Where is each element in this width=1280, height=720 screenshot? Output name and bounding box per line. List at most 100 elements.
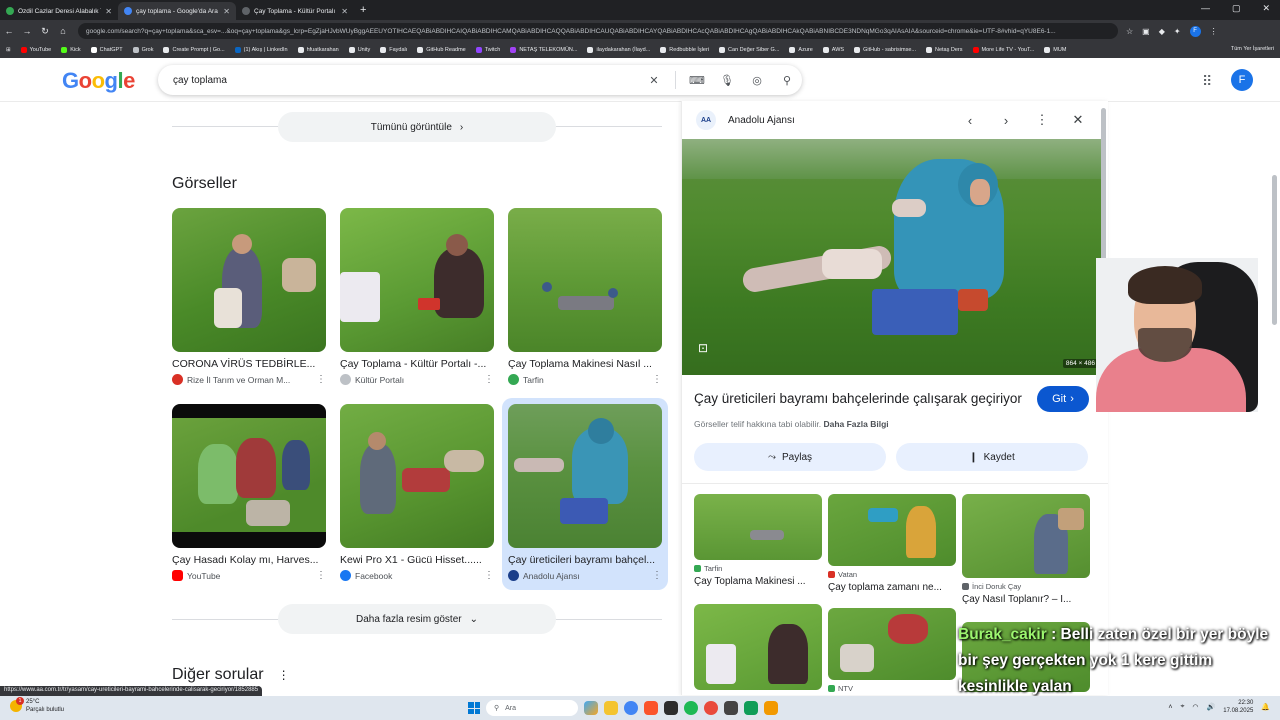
related-image[interactable]: İnci Doruk Çay Çay Nasıl Toplanır? – İ..… <box>962 494 1090 605</box>
bookmark-item[interactable]: Azure <box>789 47 813 53</box>
more-info-link[interactable]: Daha Fazla Bilgi <box>823 419 888 429</box>
close-tab-icon[interactable]: ✕ <box>223 7 230 16</box>
browser-tab-active[interactable]: çay toplama - Google'da Ara ✕ <box>118 2 236 20</box>
save-button[interactable]: ❙ Kaydet <box>896 443 1088 471</box>
image-source[interactable]: Anadolu Ajansı ⋮ <box>508 570 662 581</box>
image-thumbnail[interactable] <box>508 404 662 548</box>
image-source[interactable]: YouTube ⋮ <box>172 570 326 581</box>
more-options-icon[interactable]: ⋮ <box>316 570 326 581</box>
bookmark-item[interactable]: ilaydakarahan (İlayd... <box>587 47 650 53</box>
all-bookmarks[interactable]: Tüm Yer İşaretleri <box>1231 46 1274 52</box>
related-thumbnail[interactable] <box>694 604 822 690</box>
close-icon[interactable]: ✕ <box>1060 112 1096 128</box>
image-result[interactable]: Çay Hasadı Kolay mı, Harves... YouTube ⋮ <box>172 404 326 581</box>
related-caption[interactable]: Çay toplama zamanı ne... <box>828 582 956 593</box>
image-thumbnail[interactable] <box>172 208 326 352</box>
image-caption[interactable]: Çay Toplama Makinesi Nasıl ... <box>508 358 658 370</box>
apps-icon[interactable]: ⊞ <box>6 47 11 53</box>
bookmark-item[interactable]: AWS <box>822 47 844 53</box>
copilot-icon[interactable] <box>584 701 598 715</box>
more-images-button[interactable]: Daha fazla resim göster ⌄ <box>278 604 556 634</box>
image-source[interactable]: Rize İl Tarım ve Orman M... ⋮ <box>172 374 326 385</box>
extension-icon[interactable]: ◆ <box>1159 27 1165 36</box>
volume-icon[interactable]: 🔊 <box>1207 703 1216 711</box>
extension-icon[interactable]: ▣ <box>1142 27 1150 36</box>
image-result[interactable]: CORONA VİRÜS TEDBİRLE... Rize İl Tarım v… <box>172 208 326 385</box>
app-icon[interactable] <box>724 701 738 715</box>
related-thumbnail[interactable] <box>962 494 1090 578</box>
brave-icon[interactable] <box>644 701 658 715</box>
bookmark-item[interactable]: Grok <box>132 47 153 53</box>
more-options-icon[interactable]: ⋮ <box>316 374 326 385</box>
related-thumbnail[interactable] <box>828 608 956 680</box>
image-caption[interactable]: Çay Toplama - Kültür Portalı -... <box>340 358 490 370</box>
panel-source-name[interactable]: Anadolu Ajansı <box>728 115 952 126</box>
keyboard-icon[interactable]: ⌨ <box>682 74 712 87</box>
reload-icon[interactable]: ↻ <box>36 26 54 37</box>
image-caption[interactable]: Çay Hasadı Kolay mı, Harves... <box>172 554 322 566</box>
preview-title[interactable]: Çay üreticileri bayramı bahçelerinde çal… <box>694 391 1022 406</box>
image-source[interactable]: Facebook ⋮ <box>340 570 494 581</box>
microphone-icon[interactable]: 🎙 <box>712 74 742 87</box>
related-thumbnail[interactable] <box>694 494 822 560</box>
close-tab-icon[interactable]: ✕ <box>341 7 348 16</box>
image-source[interactable]: Tarfin ⋮ <box>508 374 662 385</box>
more-options-icon[interactable]: ⋮ <box>278 668 290 682</box>
image-result[interactable]: Kewi Pro X1 - Gücü Hisset...... Facebook… <box>340 404 494 581</box>
more-options-icon[interactable]: ⋮ <box>1024 112 1060 128</box>
close-tab-icon[interactable]: ✕ <box>105 7 112 16</box>
terminal-icon[interactable] <box>664 701 678 715</box>
menu-dots-icon[interactable]: ⋮ <box>1210 27 1218 36</box>
related-image[interactable]: Vatan Çay toplama zamanı ne... <box>828 494 956 593</box>
notification-icon[interactable]: 🔔 <box>1261 703 1270 711</box>
source-logo[interactable]: AA <box>696 110 716 130</box>
search-input[interactable]: çay toplama ✕ ⌨ 🎙 ◎ ⚲ <box>158 65 802 95</box>
bookmark-item[interactable]: Can Değer Siber G... <box>719 47 779 53</box>
more-options-icon[interactable]: ⋮ <box>484 570 494 581</box>
lens-search-icon[interactable]: ⊡ <box>698 341 708 355</box>
image-thumbnail[interactable] <box>172 404 326 548</box>
lens-icon[interactable]: ◎ <box>742 74 772 87</box>
more-options-icon[interactable]: ⋮ <box>484 374 494 385</box>
taskbar-search[interactable]: ⚲ Ara <box>486 700 578 716</box>
bookmark-item[interactable]: (1) Akış | LinkedIn <box>234 47 288 53</box>
chevron-up-icon[interactable]: ˄ <box>1168 704 1172 711</box>
browser-tab[interactable]: Çay Toplama - Kültür Portalı - T... ✕ <box>236 2 354 20</box>
share-button[interactable]: ⤳ Paylaş <box>694 443 886 471</box>
image-thumbnail[interactable] <box>340 208 494 352</box>
more-options-icon[interactable]: ⋮ <box>652 374 662 385</box>
search-icon[interactable]: ⚲ <box>772 74 802 87</box>
home-icon[interactable]: ⌂ <box>54 26 72 36</box>
spotify-icon[interactable] <box>684 701 698 715</box>
image-caption[interactable]: Kewi Pro X1 - Gücü Hisset...... <box>340 554 490 566</box>
related-caption[interactable]: Çay Nasıl Toplanır? – İ... <box>962 594 1090 605</box>
weather-widget[interactable]: 1 25°C Parçalı bulutlu <box>10 697 64 714</box>
wifi-icon[interactable]: ◠ <box>1192 703 1198 711</box>
maximize-icon[interactable]: ▢ <box>1232 3 1241 14</box>
bookmark-item[interactable]: YouTube <box>20 47 51 53</box>
bookmark-item[interactable]: GitHub - sabrisimse... <box>854 47 916 53</box>
related-image[interactable] <box>694 604 822 690</box>
preview-image[interactable] <box>682 139 1101 375</box>
image-result[interactable]: Çay Toplama - Kültür Portalı -... Kültür… <box>340 208 494 385</box>
related-image[interactable]: NTV <box>828 608 956 693</box>
image-thumbnail[interactable] <box>508 208 662 352</box>
clock[interactable]: 22:30 17.08.2025 <box>1223 699 1253 715</box>
star-icon[interactable]: ☆ <box>1126 27 1133 36</box>
image-result-selected[interactable]: Çay üreticileri bayramı bahçel... Anadol… <box>502 398 668 590</box>
start-icon[interactable] <box>468 702 480 714</box>
bookmark-item[interactable]: Redbubble İşleri <box>660 47 709 53</box>
app-icon[interactable] <box>744 701 758 715</box>
image-result[interactable]: Çay Toplama Makinesi Nasıl ... Tarfin ⋮ <box>508 208 662 385</box>
app-icon[interactable] <box>704 701 718 715</box>
clear-icon[interactable]: ✕ <box>639 74 669 87</box>
next-icon[interactable]: › <box>988 113 1024 128</box>
folder-icon[interactable] <box>604 701 618 715</box>
related-image[interactable]: Tarfin Çay Toplama Makinesi ... <box>694 494 822 587</box>
bookmark-item[interactable]: hfuatkarahan <box>297 47 339 53</box>
bookmark-item[interactable]: Unity <box>348 47 370 53</box>
back-icon[interactable]: ← <box>0 26 18 36</box>
image-caption[interactable]: Çay üreticileri bayramı bahçel... <box>508 554 658 566</box>
google-logo[interactable]: Google <box>62 68 135 94</box>
related-caption[interactable]: Çay Toplama Makinesi ... <box>694 576 822 587</box>
